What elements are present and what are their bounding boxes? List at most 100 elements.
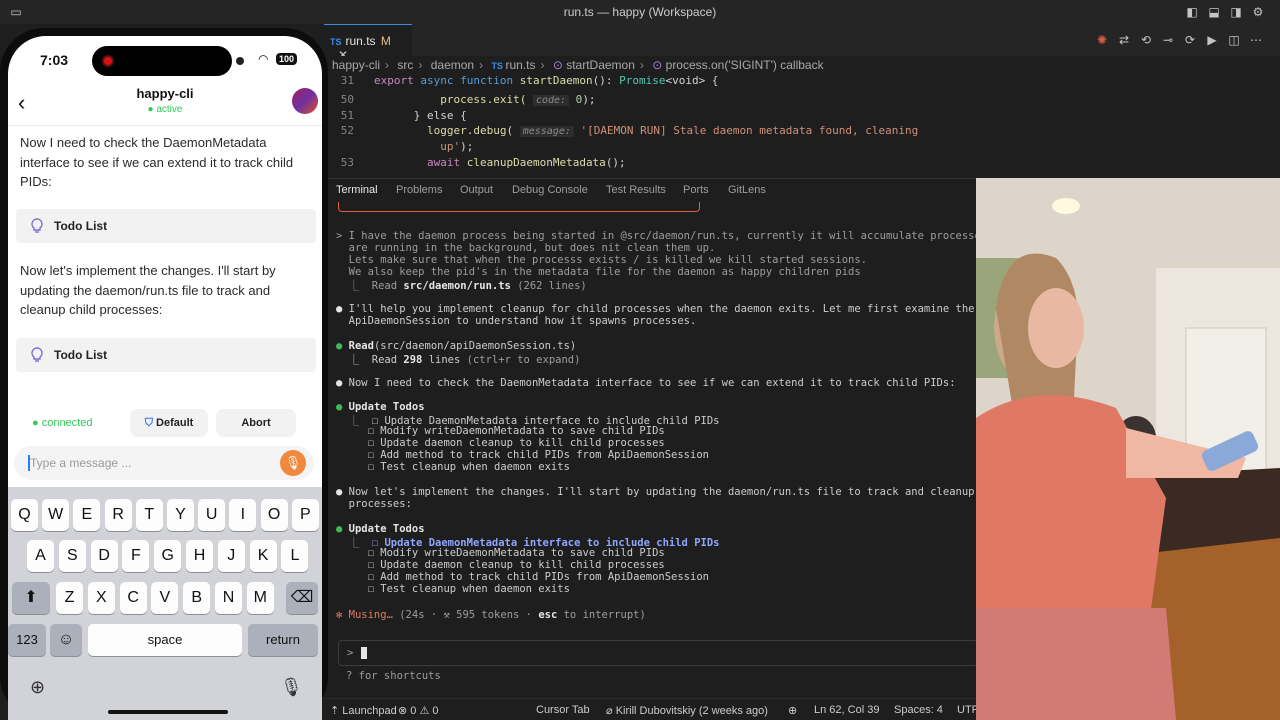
code-line: 31 export async function startDaemon(): P… (340, 74, 719, 87)
key-l[interactable]: L (281, 540, 309, 572)
toggle-primary-sidebar-icon[interactable]: ◧ (1184, 4, 1200, 20)
key-c[interactable]: C (119, 582, 147, 614)
globe-icon[interactable]: ⊕ (30, 677, 45, 698)
return-key[interactable]: return (248, 624, 318, 656)
key-f[interactable]: F (122, 540, 150, 572)
mode-default-button[interactable]: ⛉ Default (130, 409, 208, 437)
home-indicator (108, 710, 228, 714)
modified-badge: M (380, 34, 391, 48)
key-v[interactable]: V (151, 582, 179, 614)
compare-changes-icon[interactable]: ⇄ (1116, 32, 1132, 48)
git-commit-icon[interactable]: ⊸ (1160, 32, 1176, 48)
problems-count[interactable]: ⊗ 0 ⚠ 0 (398, 704, 438, 717)
message-input[interactable]: Type a message ... 🎙 (14, 446, 314, 480)
key-u[interactable]: U (198, 499, 226, 531)
tab-problems[interactable]: Problems (396, 184, 442, 196)
key-p[interactable]: P (291, 499, 319, 531)
indentation[interactable]: Spaces: 4 (894, 704, 943, 716)
cursor-agent-icon[interactable]: ✺ (1094, 32, 1110, 48)
assistant-message: ● Now let's implement the changes. I'll … (336, 486, 976, 498)
run-icon[interactable]: ▶ (1204, 32, 1220, 48)
breadcrumb-item[interactable]: happy-cli (332, 58, 380, 72)
zoom-icon[interactable]: ⊕ (788, 704, 797, 717)
todo-item: ☐ Test cleanup when daemon exits (367, 461, 570, 473)
breadcrumb-item[interactable]: src (397, 58, 413, 72)
tab-run-ts[interactable]: TS run.ts M ✕ (324, 24, 412, 62)
user-prompt-line: are running in the background, but does … (336, 242, 716, 254)
split-editor-icon[interactable]: ◫ (1226, 32, 1242, 48)
key-y[interactable]: Y (167, 499, 194, 531)
lightbulb-icon (31, 347, 43, 362)
breadcrumb-item[interactable]: run.ts (505, 58, 535, 72)
terminal-input[interactable]: > (338, 640, 976, 666)
key-q[interactable]: Q (11, 499, 38, 531)
shift-key[interactable]: ⬆ (12, 582, 50, 614)
key-d[interactable]: D (90, 540, 118, 572)
phone-status-bar: 7:03 ◠ 100 (8, 36, 322, 84)
tab-debug-console[interactable]: Debug Console (512, 184, 588, 196)
todo-list-card[interactable]: Todo List (16, 209, 316, 243)
key-b[interactable]: B (183, 582, 211, 614)
breadcrumb-item[interactable]: process.on('SIGINT') callback (666, 58, 824, 72)
key-o[interactable]: O (260, 499, 288, 531)
code-line: 53 await cleanupDaemonMetadata(); (340, 156, 626, 169)
todo-item: ☐ Modify writeDaemonMetadata to save chi… (367, 547, 665, 559)
key-k[interactable]: K (249, 540, 277, 572)
toggle-secondary-sidebar-icon[interactable]: ◨ (1228, 4, 1244, 20)
key-i[interactable]: I (229, 499, 257, 531)
toggle-panel-icon[interactable]: ⬓ (1206, 4, 1222, 20)
key-j[interactable]: J (217, 540, 245, 572)
code-line: 52 logger.debug( message: '[DAEMON RUN] … (340, 124, 919, 137)
user-prompt-line: We also keep the pid's in the metadata f… (336, 266, 861, 278)
key-w[interactable]: W (42, 499, 70, 531)
settings-gear-icon[interactable]: ⚙ (1250, 4, 1266, 20)
cursor-tab-item[interactable]: Cursor Tab (536, 704, 590, 716)
key-r[interactable]: R (104, 499, 132, 531)
lightbulb-icon (31, 218, 43, 233)
todos-header: ● Update Todos (336, 401, 425, 413)
tab-terminal[interactable]: Terminal (336, 184, 378, 196)
key-a[interactable]: A (27, 540, 54, 572)
tab-output[interactable]: Output (460, 184, 493, 196)
key-h[interactable]: H (186, 540, 213, 572)
chat-message: Now let's implement the changes. I'll st… (20, 263, 276, 317)
connection-status: ● connected (32, 417, 93, 429)
space-key[interactable]: space (88, 624, 242, 656)
key-m[interactable]: M (246, 582, 274, 614)
breadcrumb-item[interactable]: startDaemon (566, 58, 635, 72)
key-x[interactable]: X (87, 582, 115, 614)
todo-item: ☐ Update daemon cleanup to kill child pr… (367, 559, 665, 571)
todo-list-card[interactable]: Todo List (16, 338, 316, 372)
git-back-icon[interactable]: ⟲ (1138, 32, 1154, 48)
numbers-key[interactable]: 123 (8, 624, 46, 656)
more-actions-icon[interactable]: ⋯ (1248, 32, 1264, 48)
key-g[interactable]: G (154, 540, 182, 572)
git-forward-icon[interactable]: ⟳ (1182, 32, 1198, 48)
chat-status: ● active (147, 104, 183, 115)
key-t[interactable]: T (135, 499, 163, 531)
assistant-message: processes: (336, 498, 412, 510)
launchpad-item[interactable]: ⇡ Launchpad (330, 704, 397, 717)
code-editor[interactable]: 31 export async function startDaemon(): P… (324, 74, 1280, 178)
key-n[interactable]: N (215, 582, 242, 614)
tab-gitlens[interactable]: GitLens (728, 184, 766, 196)
key-s[interactable]: S (58, 540, 86, 572)
dictation-microphone-icon[interactable]: 🎙 (280, 677, 303, 698)
git-blame-item[interactable]: ⌀ Kirill Dubovitskiy (2 weeks ago) (606, 704, 768, 717)
microphone-icon[interactable]: 🎙 (280, 450, 306, 476)
todo-item: ☐ Test cleanup when daemon exits (367, 583, 570, 595)
terminal[interactable]: > I have the daemon process being starte… (324, 202, 976, 698)
ios-keyboard: ⬆ ⌫ 123 ☺ space return ⊕ 🎙 QWERTYUIOP ASD… (8, 487, 322, 720)
breadcrumb-item[interactable]: daemon (431, 58, 474, 72)
abort-button[interactable]: Abort (216, 409, 296, 437)
tab-ports[interactable]: Ports (683, 184, 709, 196)
emoji-key[interactable]: ☺ (50, 624, 82, 656)
key-z[interactable]: Z (56, 582, 83, 614)
assistant-message: ● Now I need to check the DaemonMetadata… (336, 377, 956, 389)
tab-test-results[interactable]: Test Results (606, 184, 666, 196)
avatar[interactable] (292, 88, 318, 114)
key-e[interactable]: E (73, 499, 101, 531)
cursor-position[interactable]: Ln 62, Col 39 (814, 704, 879, 716)
input-prompt-symbol: > (347, 647, 354, 659)
delete-key[interactable]: ⌫ (286, 582, 318, 614)
